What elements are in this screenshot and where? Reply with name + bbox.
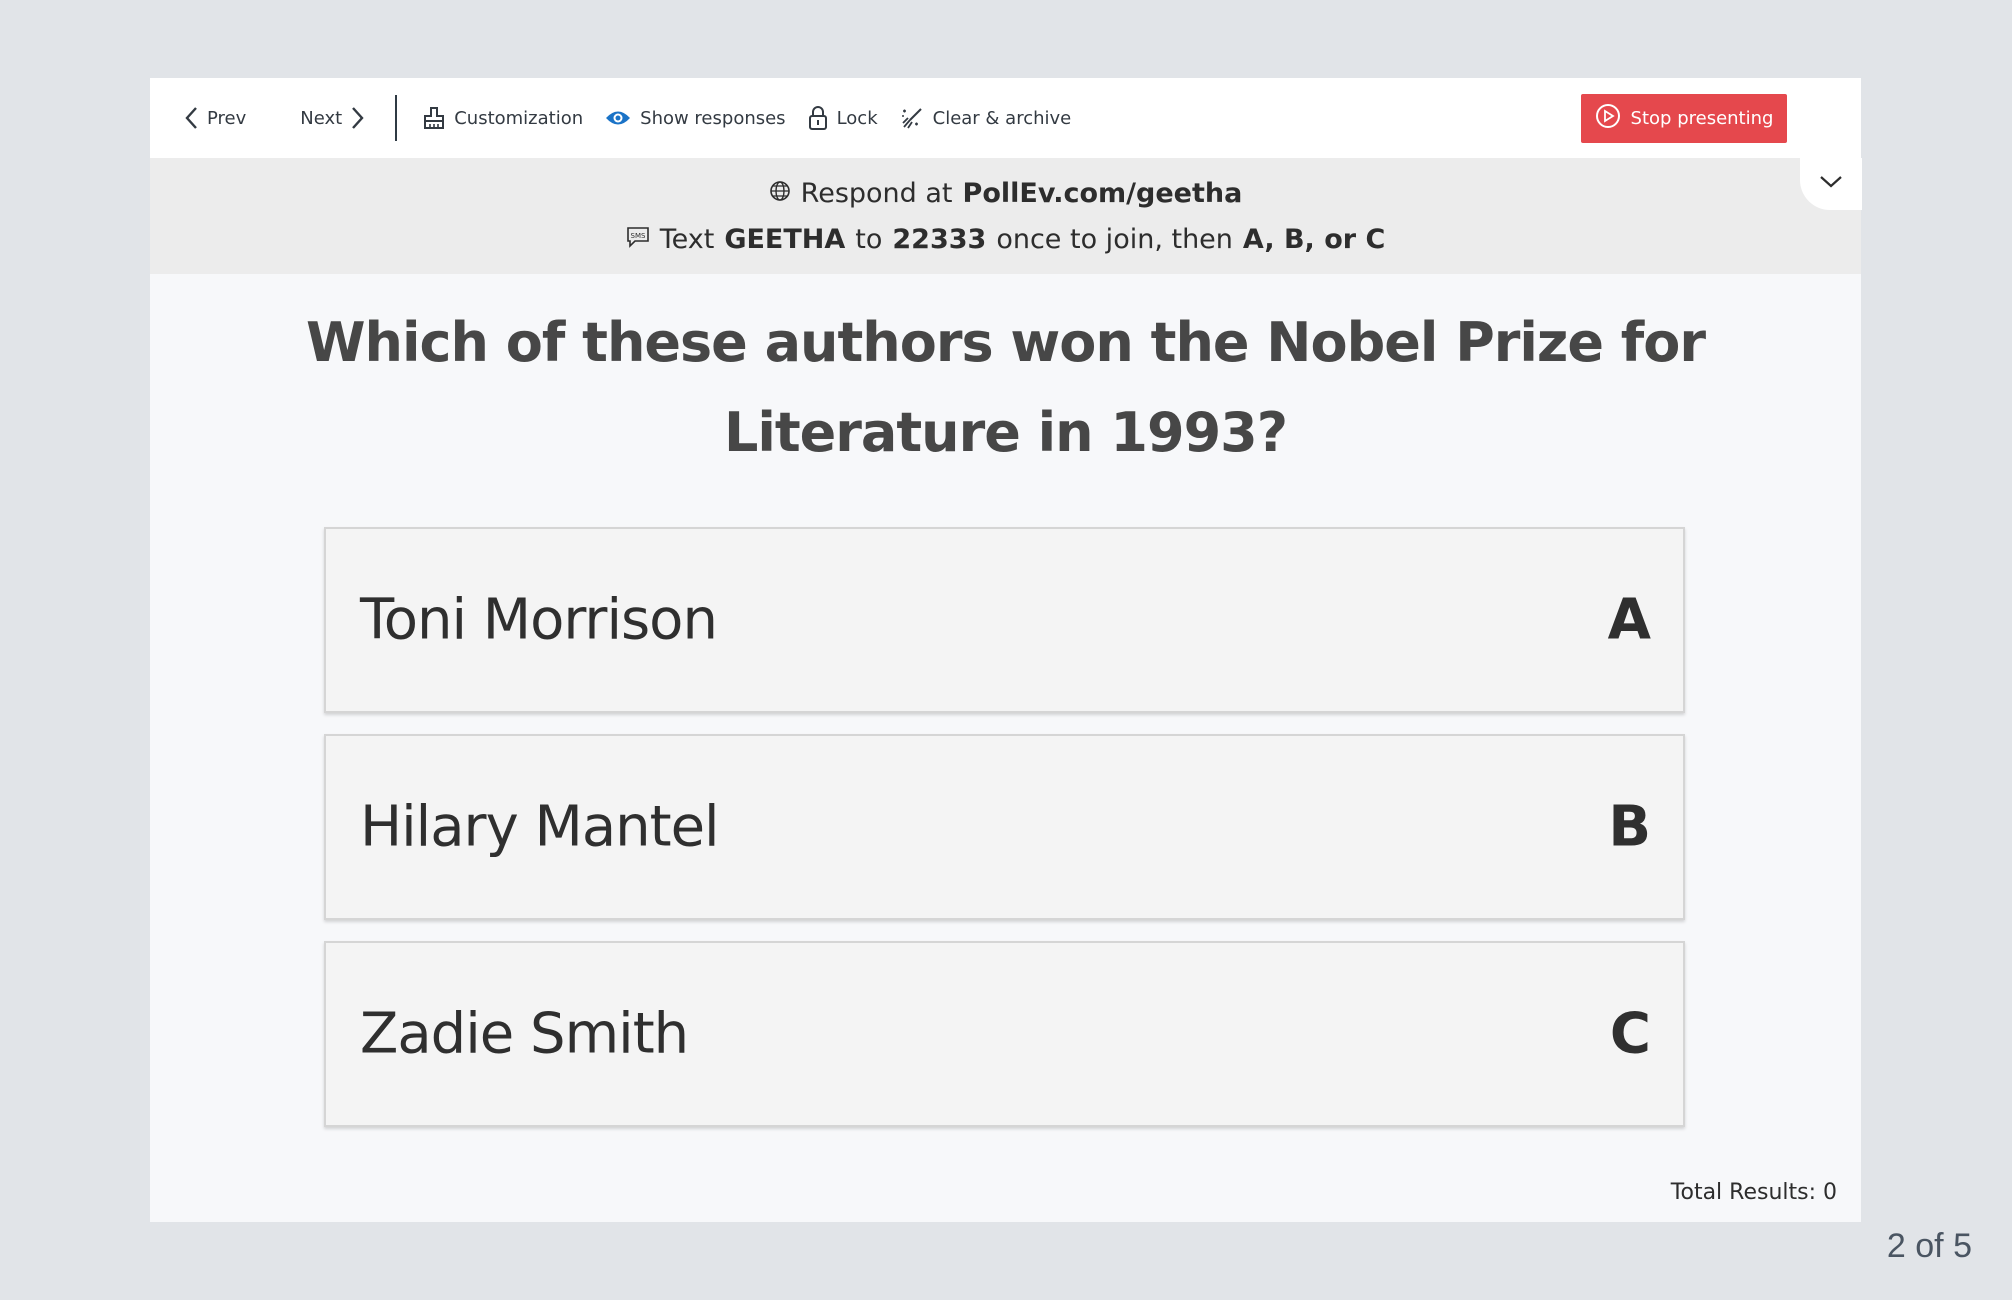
respond-instructions: Respond at PollEv.com/geetha SMS Text GE…: [150, 158, 1861, 274]
lock-icon: [808, 105, 828, 131]
option-label: Zadie Smith: [360, 1001, 689, 1067]
option-label: Toni Morrison: [360, 587, 718, 653]
clear-archive-label: Clear & archive: [932, 107, 1072, 129]
sms-to: to: [855, 223, 883, 255]
option-label: Hilary Mantel: [360, 794, 720, 860]
lock-label: Lock: [836, 107, 878, 129]
lock-button[interactable]: Lock: [808, 105, 878, 131]
svg-text:SMS: SMS: [630, 232, 645, 240]
respond-web-line: Respond at PollEv.com/geetha: [769, 170, 1243, 216]
paint-roller-icon: [423, 106, 445, 130]
next-button[interactable]: Next: [300, 106, 365, 130]
poll-question: Which of these authors won the Nobel Pri…: [305, 311, 1706, 464]
clear-archive-button[interactable]: Clear & archive: [900, 106, 1072, 130]
show-responses-label: Show responses: [640, 107, 786, 129]
stop-presenting-button[interactable]: Stop presenting: [1581, 94, 1787, 143]
chevron-down-icon: [1819, 175, 1843, 194]
sms-text: Text: [659, 223, 715, 255]
option-b[interactable]: Hilary Mantel B: [324, 734, 1685, 920]
option-key: B: [1608, 794, 1651, 860]
stop-presenting-label: Stop presenting: [1630, 108, 1774, 129]
prev-button[interactable]: Prev: [184, 106, 246, 130]
sms-icon: SMS: [626, 224, 650, 255]
sms-number: 22333: [892, 223, 987, 255]
option-key: A: [1607, 587, 1651, 653]
respond-sms-line: SMS Text GEETHA to 22333 once to join, t…: [626, 216, 1386, 262]
customization-label: Customization: [454, 107, 584, 129]
option-a[interactable]: Toni Morrison A: [324, 527, 1685, 713]
toolbar-divider: [395, 95, 398, 141]
answer-options: Toni Morrison A Hilary Mantel B Zadie Sm…: [324, 527, 1685, 1148]
customization-button[interactable]: Customization: [423, 106, 583, 130]
prev-label: Prev: [207, 107, 247, 129]
chevron-right-icon: [351, 106, 365, 130]
presentation-slide: Prev Next Customization Show responses L…: [150, 78, 1862, 1222]
option-c[interactable]: Zadie Smith C: [324, 941, 1685, 1127]
respond-url: PollEv.com/geetha: [962, 177, 1243, 209]
chevron-left-icon: [184, 106, 198, 130]
sms-choices: A, B, or C: [1242, 223, 1386, 255]
globe-icon: [769, 178, 791, 209]
collapse-toggle[interactable]: [1800, 158, 1862, 210]
option-key: C: [1609, 1001, 1651, 1067]
respond-prefix: Respond at: [800, 177, 953, 209]
total-results: Total Results: 0: [1670, 1180, 1837, 1205]
next-label: Next: [300, 107, 343, 129]
sms-suffix: once to join, then: [996, 223, 1233, 255]
eye-icon: [605, 109, 631, 127]
clear-archive-icon: [900, 106, 924, 130]
show-responses-button[interactable]: Show responses: [605, 107, 786, 129]
play-circle-icon: [1595, 103, 1621, 134]
slide-pager: 2 of 5: [1886, 1227, 1972, 1265]
sms-keyword: GEETHA: [724, 223, 846, 255]
